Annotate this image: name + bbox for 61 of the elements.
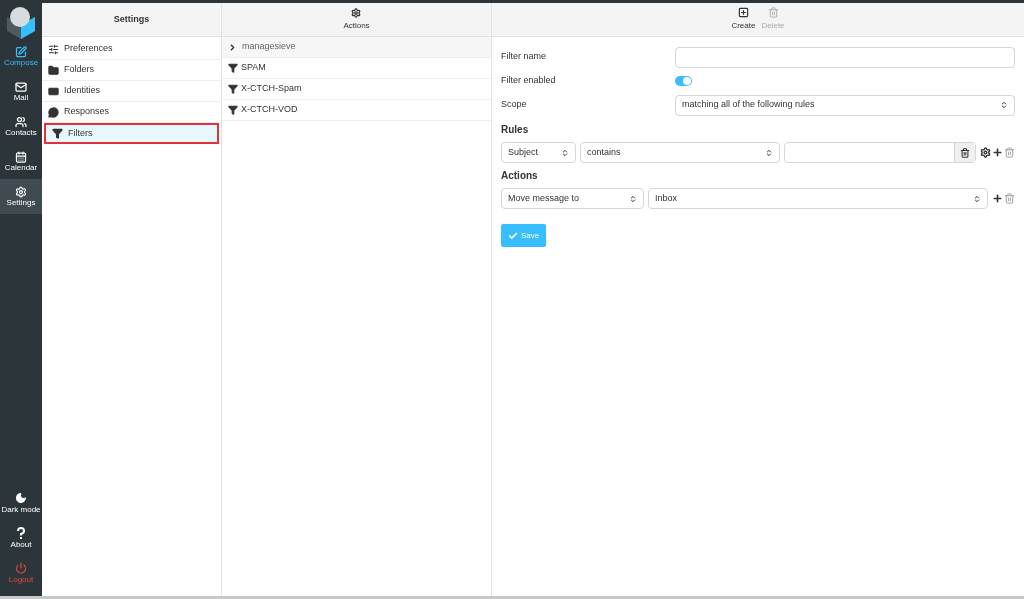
question-mark-icon (16, 526, 26, 539)
select-arrows-icon (1000, 101, 1008, 109)
chevron-icon (228, 42, 237, 52)
nav-item[interactable]: Settings (0, 179, 42, 214)
logo-icon (5, 5, 37, 39)
settings-icon[interactable] (980, 147, 991, 158)
section-heading: Rules (501, 123, 530, 137)
filter-item[interactable]: SPAM (222, 58, 491, 79)
section-list-item[interactable]: Filters (44, 123, 219, 144)
envelope-icon (15, 81, 27, 93)
scope-select[interactable]: matching all of the following rules (675, 94, 1015, 116)
field-label: Filter enabled (501, 74, 557, 88)
actions-button[interactable]: Actions (343, 7, 370, 32)
settings-icon (15, 186, 27, 198)
operator-select[interactable]: contains (580, 142, 780, 163)
field-label: Scope (501, 98, 528, 112)
section-list-item[interactable]: Folders (42, 60, 221, 81)
trash-icon (960, 147, 970, 158)
calendar-icon (15, 151, 27, 163)
filter-name-field[interactable] (675, 46, 1015, 68)
create-button[interactable]: Create (731, 7, 756, 32)
pencil-square-icon (15, 46, 27, 58)
section-heading: Actions (501, 169, 539, 183)
field-label: Filter name (501, 50, 547, 64)
select-arrows-icon (561, 148, 569, 157)
power-icon (15, 561, 27, 574)
check-icon (507, 230, 518, 241)
moon-icon (15, 491, 27, 504)
section-list-item[interactable]: Identities (42, 81, 221, 102)
plus-icon[interactable] (992, 193, 1003, 204)
nav-item[interactable]: About (0, 520, 42, 555)
filter-item[interactable]: X-CTCH-VOD (222, 100, 491, 121)
funnel-icon (228, 105, 238, 115)
select-arrows-icon (765, 148, 773, 157)
folder-icon (48, 64, 59, 76)
funnel-icon (52, 128, 63, 139)
nav-item[interactable]: Contacts (0, 109, 42, 144)
panel-title: Settings (113, 12, 150, 26)
filter-set-header[interactable]: managesieve (222, 37, 491, 58)
section-list-item[interactable]: Preferences (42, 39, 221, 60)
select-arrows-icon (629, 194, 637, 203)
settings-icon (351, 7, 362, 18)
plus-icon[interactable] (992, 147, 1003, 158)
folder-select[interactable]: Inbox (648, 188, 988, 209)
nav-item[interactable]: Mail (0, 74, 42, 109)
action-select[interactable]: Move message to (501, 188, 644, 209)
rule-value-field[interactable] (784, 142, 976, 163)
nav-item[interactable]: Compose (0, 39, 42, 74)
people-icon (15, 116, 27, 128)
nav-item[interactable]: Calendar (0, 144, 42, 179)
sliders-icon (48, 43, 59, 55)
funnel-icon (228, 63, 238, 73)
enabled-toggle[interactable] (675, 76, 692, 86)
header-select[interactable]: Subject (501, 142, 576, 163)
trash-icon (767, 7, 779, 18)
funnel-icon (228, 84, 238, 94)
filter-item[interactable]: X-CTCH-Spam (222, 79, 491, 100)
nav-item[interactable]: Dark mode (0, 485, 42, 520)
speech-bubble-icon (48, 106, 59, 118)
select-arrows-icon (973, 194, 981, 203)
plus-square-icon (737, 7, 749, 18)
